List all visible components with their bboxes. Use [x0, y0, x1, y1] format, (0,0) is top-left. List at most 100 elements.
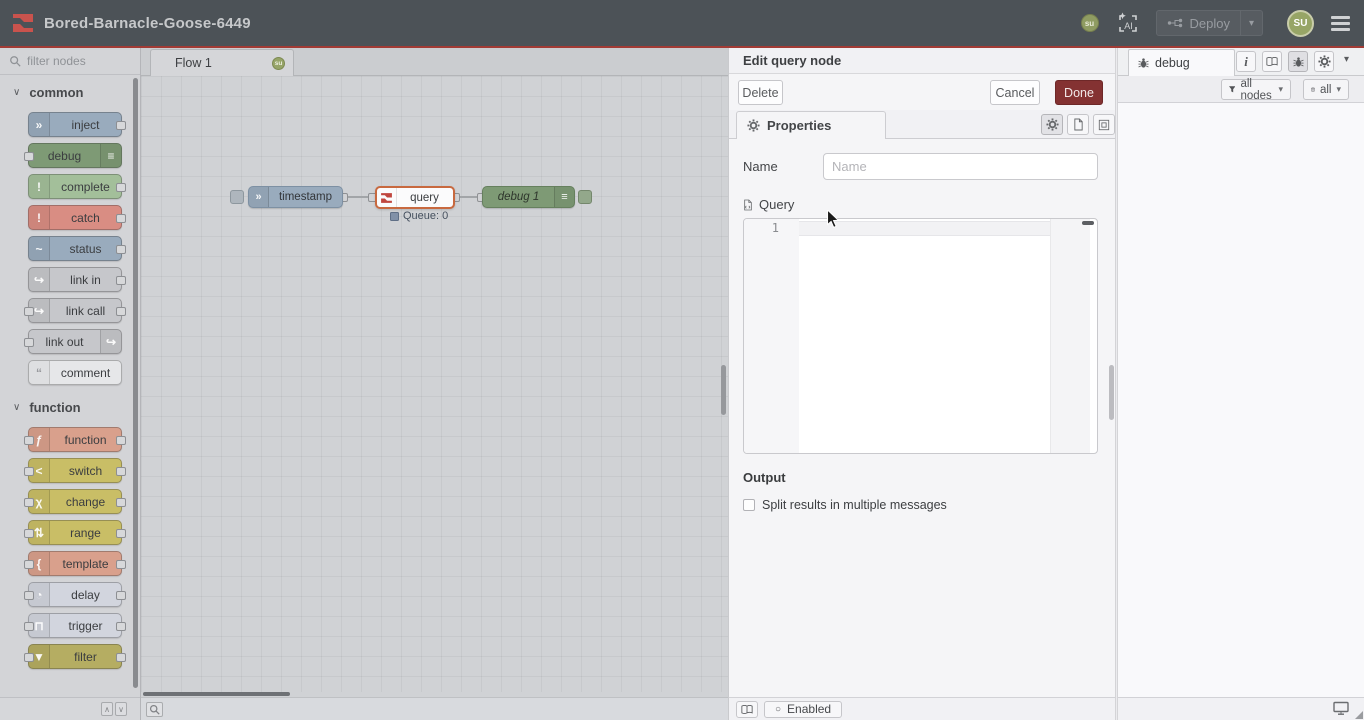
- palette-node-link-out[interactable]: ↪link out: [28, 329, 122, 354]
- palette-node-catch[interactable]: !catch: [28, 205, 122, 230]
- palette-search[interactable]: [0, 48, 140, 75]
- palette-node-label: delay: [50, 583, 121, 606]
- palette-category-function[interactable]: ∨function: [0, 391, 140, 427]
- open-debug-window-button[interactable]: [1333, 701, 1349, 720]
- node-output-port: [116, 591, 126, 600]
- node-input-port: [24, 653, 34, 662]
- debug-bars-icon: ≡: [100, 144, 121, 167]
- node-inject-timestamp[interactable]: » timestamp: [248, 186, 343, 208]
- complete-icon: !: [29, 175, 50, 198]
- palette-node-debug[interactable]: ≡debug: [28, 143, 122, 168]
- collaborator-avatar[interactable]: su: [1081, 14, 1099, 32]
- deploy-button[interactable]: Deploy ▾: [1156, 10, 1264, 36]
- inject-trigger-button[interactable]: [230, 190, 244, 204]
- output-section-label: Output: [743, 470, 1098, 485]
- debug-sidebar-button[interactable]: [1288, 51, 1308, 72]
- palette-node-inject[interactable]: »inject: [28, 112, 122, 137]
- canvas-search-button[interactable]: [146, 702, 163, 717]
- query-code-editor[interactable]: 1: [743, 218, 1098, 454]
- header: Bored-Barnacle-Goose-6449 su AI Deploy ▾: [0, 0, 1364, 48]
- node-input-port: [24, 591, 34, 600]
- split-results-label: Split results in multiple messages: [762, 498, 947, 512]
- gear-icon: [1318, 55, 1331, 68]
- node-palette: ∨common»inject≡debug!complete!catch~stat…: [0, 48, 141, 720]
- palette-scrollbar[interactable]: [133, 78, 138, 688]
- document-icon: [1073, 118, 1084, 131]
- palette-node-comment[interactable]: “comment: [28, 360, 122, 385]
- help-sidebar-button[interactable]: [1262, 51, 1282, 72]
- debug-toggle-button[interactable]: [578, 190, 592, 204]
- palette-search-input[interactable]: [27, 54, 127, 68]
- editor-print-margin: [1050, 219, 1090, 453]
- properties-view-button[interactable]: [1041, 114, 1063, 135]
- node-help-button[interactable]: [736, 701, 758, 718]
- debug-filter-dropdown[interactable]: all nodes ▾: [1221, 79, 1291, 100]
- node-query-selected[interactable]: query: [375, 186, 455, 209]
- expand-categories-button[interactable]: ∨: [115, 702, 127, 716]
- palette-node-trigger[interactable]: ⊓trigger: [28, 613, 122, 638]
- debug-clear-dropdown[interactable]: all ▾: [1303, 79, 1349, 100]
- tray-scrollbar[interactable]: [1109, 365, 1114, 420]
- tray-toolbar: Delete Cancel Done: [729, 74, 1115, 110]
- done-button[interactable]: Done: [1055, 80, 1103, 105]
- tray-header: Edit query node: [729, 48, 1115, 74]
- merge-icon: [1167, 18, 1183, 28]
- node-debug-1[interactable]: debug 1 ≡: [482, 186, 575, 208]
- palette-node-label: complete: [50, 175, 121, 198]
- palette-node-change[interactable]: χchange: [28, 489, 122, 514]
- split-results-checkbox[interactable]: [743, 499, 755, 511]
- palette-node-label: template: [50, 552, 121, 575]
- palette-node-function[interactable]: ƒfunction: [28, 427, 122, 452]
- search-icon: [149, 704, 160, 715]
- name-field[interactable]: [823, 153, 1098, 180]
- info-sidebar-button[interactable]: i: [1236, 51, 1256, 72]
- tab-debug[interactable]: debug: [1128, 49, 1235, 76]
- config-sidebar-button[interactable]: [1314, 51, 1334, 72]
- clear-label: all: [1320, 84, 1332, 96]
- ai-assistant-icon[interactable]: AI: [1114, 10, 1140, 36]
- palette-node-filter[interactable]: ▼filter: [28, 644, 122, 669]
- tab-flow-1[interactable]: Flow 1 su: [150, 49, 294, 76]
- palette-node-complete[interactable]: !complete: [28, 174, 122, 199]
- chevron-down-icon[interactable]: ▾: [1241, 18, 1262, 29]
- palette-node-switch[interactable]: <switch: [28, 458, 122, 483]
- palette-node-template[interactable]: {template: [28, 551, 122, 576]
- book-icon: [741, 704, 753, 715]
- properties-tab-label: Properties: [767, 118, 831, 133]
- palette-category-common[interactable]: ∨common: [0, 76, 140, 112]
- inject-arrow-icon: »: [249, 187, 269, 207]
- vertical-scrollbar[interactable]: [721, 365, 726, 415]
- palette-node-link-call[interactable]: ↪link call: [28, 298, 122, 323]
- trash-icon: [1311, 84, 1315, 95]
- flow-canvas[interactable]: » timestamp query Queue: 0 debug 1 ≡: [141, 76, 728, 692]
- filter-label: all nodes: [1240, 78, 1273, 102]
- wire: [348, 196, 370, 198]
- palette-node-range[interactable]: ⇅range: [28, 520, 122, 545]
- horizontal-scrollbar[interactable]: [143, 692, 290, 696]
- sidebar-menu-caret[interactable]: ▾: [1344, 54, 1349, 65]
- expand-view-button[interactable]: [1093, 114, 1115, 135]
- node-enabled-toggle[interactable]: ○ Enabled: [764, 701, 842, 718]
- tab-properties[interactable]: Properties: [736, 111, 886, 139]
- node-output-port: [116, 214, 126, 223]
- delete-button[interactable]: Delete: [738, 80, 783, 105]
- palette-node-delay[interactable]: ◔delay: [28, 582, 122, 607]
- node-label: debug 1: [483, 187, 554, 207]
- expand-icon: [1098, 119, 1110, 131]
- collapse-categories-button[interactable]: ∧: [101, 702, 113, 716]
- editor-scrollbar[interactable]: [1082, 221, 1094, 225]
- palette-node-status[interactable]: ~status: [28, 236, 122, 261]
- cancel-button[interactable]: Cancel: [990, 80, 1040, 105]
- user-avatar[interactable]: SU: [1287, 10, 1314, 37]
- palette-footer: ∧ ∨: [0, 697, 140, 720]
- tray-title: Edit query node: [743, 53, 841, 68]
- palette-node-label: status: [50, 237, 121, 260]
- main-menu-icon[interactable]: [1331, 16, 1350, 31]
- query-node-icon: [377, 188, 397, 207]
- resize-grip[interactable]: [1355, 711, 1363, 719]
- node-input-port: [24, 436, 34, 445]
- link-out-icon: ↪: [100, 330, 121, 353]
- palette-node-link-in[interactable]: ↪link in: [28, 267, 122, 292]
- palette-node-label: function: [50, 428, 121, 451]
- description-view-button[interactable]: [1067, 114, 1089, 135]
